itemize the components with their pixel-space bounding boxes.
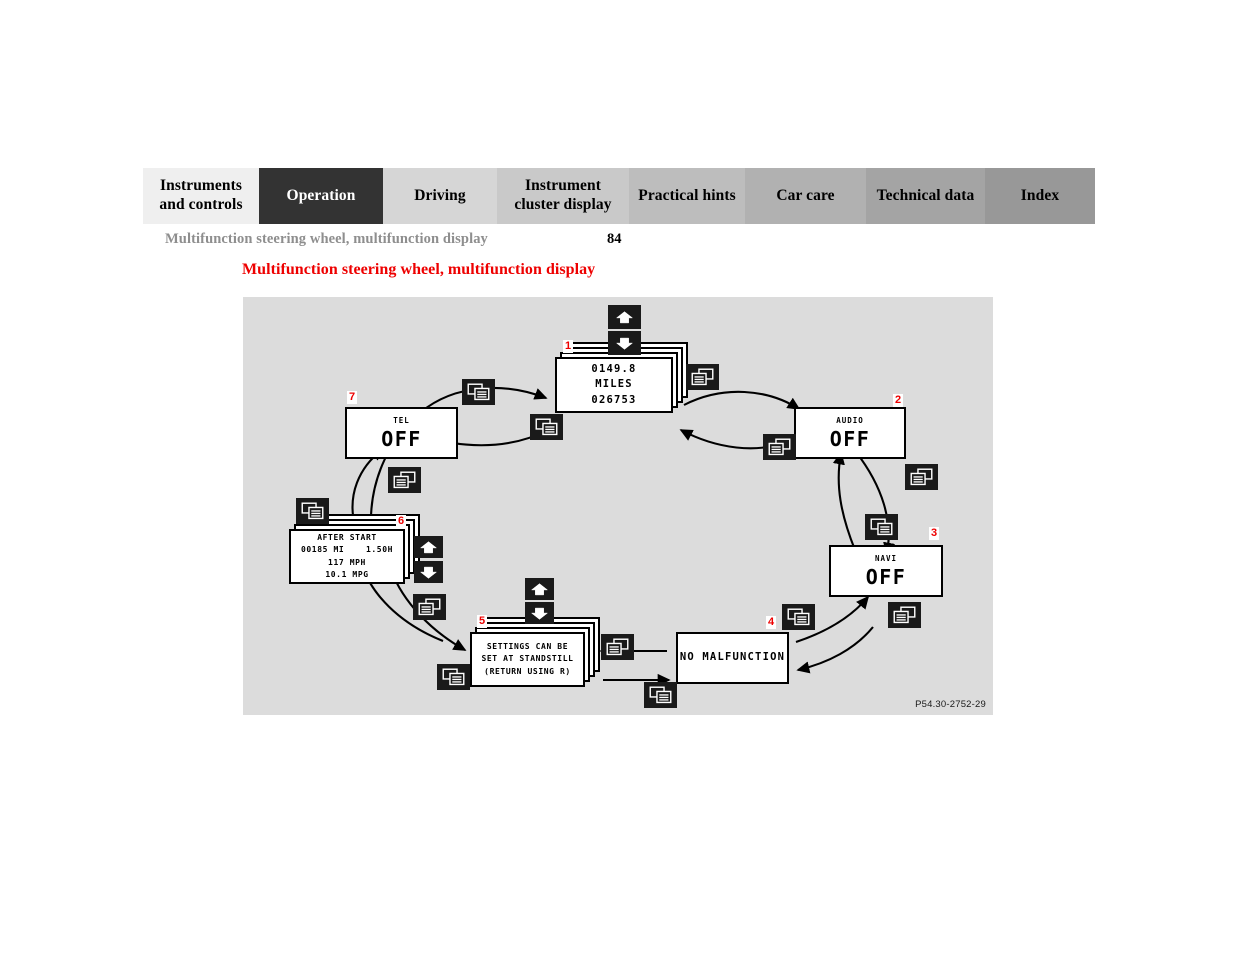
settings-display-content: SETTINGS CAN BE SET AT STANDSTILL (RETURN … bbox=[472, 634, 583, 685]
tab-label: Car care bbox=[776, 186, 835, 204]
audio-display-value: OFF bbox=[829, 426, 871, 451]
next-page-button[interactable] bbox=[686, 364, 719, 390]
up-arrow-button[interactable] bbox=[525, 578, 554, 600]
page-title: Multifunction steering wheel, multifunct… bbox=[242, 261, 596, 278]
trip-computer-display-line: 00185 MI 1.50H bbox=[300, 545, 394, 555]
tab-label: Operation bbox=[286, 186, 356, 204]
navi-display-content: NAVI OFF bbox=[831, 547, 941, 595]
multifunction-display-diagram: P54.30-2752-29 0149.8 MILES 026753 1 AUDIO OF… bbox=[243, 297, 993, 715]
callout-3: 3 bbox=[929, 527, 940, 540]
trip-computer-display: AFTER START 00185 MI 1.50H 117 MPH 10.1 MPG bbox=[289, 529, 405, 584]
callout-2: 2 bbox=[893, 394, 904, 407]
callout-6: 6 bbox=[396, 515, 407, 528]
telephone-display-title: TEL bbox=[393, 415, 410, 425]
callout-1: 1 bbox=[563, 340, 574, 353]
trip-computer-display-line: AFTER START bbox=[317, 532, 377, 542]
down-arrow-button[interactable] bbox=[414, 561, 443, 583]
tab-label: Practical hints bbox=[638, 186, 736, 204]
tab-technical-data[interactable]: Technical data bbox=[866, 168, 985, 224]
trip-computer-display-line: 10.1 MPG bbox=[325, 569, 369, 579]
tab-instrument-cluster-display[interactable]: Instrument cluster display bbox=[497, 168, 629, 224]
tab-practical-hints[interactable]: Practical hints bbox=[629, 168, 745, 224]
next-page-button[interactable] bbox=[388, 467, 421, 493]
tab-label: Instrument cluster display bbox=[514, 177, 612, 213]
prev-page-button[interactable] bbox=[437, 664, 470, 690]
next-page-button[interactable] bbox=[413, 594, 446, 620]
settings-display-line: SETTINGS CAN BE bbox=[486, 641, 569, 651]
figure-reference-number: P54.30-2752-29 bbox=[915, 699, 986, 710]
manual-page: Instruments and controls Operation Driving… bbox=[0, 0, 1235, 954]
callout-5: 5 bbox=[477, 615, 488, 628]
tab-car-care[interactable]: Car care bbox=[745, 168, 866, 224]
prev-page-button[interactable] bbox=[644, 682, 677, 708]
audio-display: AUDIO OFF bbox=[794, 407, 906, 459]
up-arrow-button[interactable] bbox=[608, 305, 641, 329]
callout-4: 4 bbox=[766, 616, 777, 629]
callout-7: 7 bbox=[347, 391, 358, 404]
up-arrow-button[interactable] bbox=[414, 536, 443, 558]
malfunction-display-line: NO MALFUNCTION bbox=[679, 651, 786, 664]
settings-display: SETTINGS CAN BE SET AT STANDSTILL (RETURN … bbox=[470, 632, 585, 687]
settings-display-line: SET AT STANDSTILL bbox=[481, 654, 574, 664]
trip-computer-display-content: AFTER START 00185 MI 1.50H 117 MPH 10.1 MPG bbox=[291, 531, 403, 582]
malfunction-display: NO MALFUNCTION bbox=[676, 632, 789, 684]
next-page-button[interactable] bbox=[888, 602, 921, 628]
telephone-display-content: TEL OFF bbox=[347, 409, 456, 457]
navi-display-title: NAVI bbox=[874, 553, 898, 563]
next-page-button[interactable] bbox=[763, 434, 796, 460]
trip-computer-display-line: 117 MPH bbox=[328, 557, 366, 567]
malfunction-display-content: NO MALFUNCTION bbox=[678, 634, 787, 682]
section-tab-bar: Instruments and controls Operation Driving… bbox=[143, 168, 1095, 224]
tab-label: Driving bbox=[414, 186, 466, 204]
tab-driving[interactable]: Driving bbox=[383, 168, 497, 224]
down-arrow-button[interactable] bbox=[608, 331, 641, 355]
tab-label: Instruments and controls bbox=[159, 177, 243, 213]
tab-operation[interactable]: Operation bbox=[259, 168, 383, 224]
odometer-display: 0149.8 MILES 026753 bbox=[555, 357, 673, 413]
tab-index[interactable]: Index bbox=[985, 168, 1095, 224]
odometer-display-content: 0149.8 MILES 026753 bbox=[557, 359, 671, 411]
tab-label: Technical data bbox=[876, 186, 975, 204]
settings-display-line: (RETURN USING R) bbox=[484, 666, 571, 676]
navi-display-value: OFF bbox=[865, 564, 907, 589]
prev-page-button[interactable] bbox=[865, 514, 898, 540]
telephone-display-value: OFF bbox=[381, 426, 422, 451]
odometer-display-line: 0149.8 bbox=[591, 363, 637, 376]
audio-display-title: AUDIO bbox=[836, 415, 864, 425]
odometer-display-line: MILES bbox=[595, 378, 633, 391]
down-arrow-button[interactable] bbox=[525, 602, 554, 624]
telephone-display: TEL OFF bbox=[345, 407, 458, 459]
running-head: Multifunction steering wheel, multifunct… bbox=[165, 231, 488, 247]
tab-label: Index bbox=[1020, 186, 1060, 204]
prev-page-button[interactable] bbox=[782, 604, 815, 630]
next-page-button[interactable] bbox=[905, 464, 938, 490]
page-number: 84 bbox=[607, 231, 622, 247]
prev-page-button[interactable] bbox=[530, 414, 563, 440]
next-page-button[interactable] bbox=[601, 634, 634, 660]
tab-instruments-and-controls[interactable]: Instruments and controls bbox=[143, 168, 259, 224]
audio-display-content: AUDIO OFF bbox=[796, 409, 904, 457]
prev-page-button[interactable] bbox=[296, 498, 329, 524]
odometer-display-line: 026753 bbox=[591, 393, 637, 406]
navi-display: NAVI OFF bbox=[829, 545, 943, 597]
prev-page-button[interactable] bbox=[462, 379, 495, 405]
